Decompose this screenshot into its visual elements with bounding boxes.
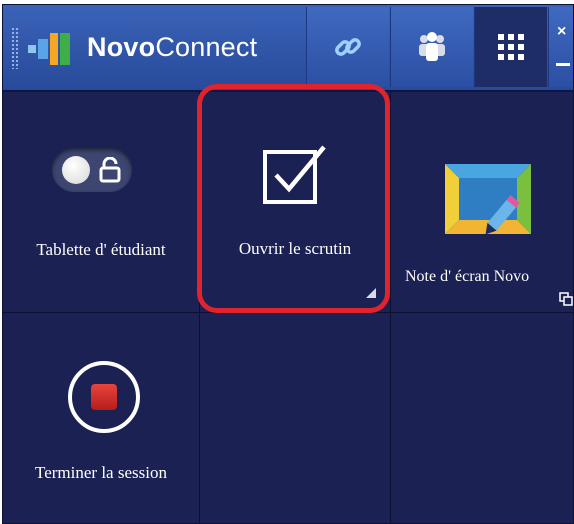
- grid-icon: [498, 34, 524, 60]
- corner-indicator-icon: [366, 288, 376, 298]
- link-button[interactable]: [306, 7, 389, 87]
- open-poll-tile[interactable]: Ouvrir le scrutin: [200, 92, 391, 313]
- checkbox-icon: [263, 145, 326, 204]
- app-title-bold: Novo: [87, 32, 156, 62]
- empty-tile: [200, 313, 391, 523]
- stop-square: [91, 384, 117, 410]
- title-bar: NovoConnect ×: [3, 5, 573, 92]
- student-tablet-tile[interactable]: Tablette d' étudiant: [3, 92, 200, 313]
- app-title-regular: Connect: [155, 32, 258, 62]
- student-tablet-label: Tablette d' étudiant: [36, 240, 166, 259]
- grid-menu-button[interactable]: [474, 7, 547, 87]
- copy-icon: [559, 292, 573, 306]
- link-icon: [335, 38, 361, 56]
- end-session-label: Terminer la session: [35, 463, 167, 482]
- drag-grip-icon[interactable]: [11, 27, 19, 69]
- app-title: NovoConnect: [87, 32, 257, 63]
- users-button[interactable]: [390, 7, 473, 87]
- stop-icon: [68, 361, 140, 433]
- close-icon[interactable]: ×: [557, 23, 566, 41]
- novoconnect-window: NovoConnect × Tablette d' étudiant Ouvri…: [2, 4, 574, 524]
- window-controls: ×: [548, 7, 573, 87]
- toggle-knob: [62, 156, 90, 184]
- novoconnect-logo-icon: [28, 33, 70, 65]
- empty-tile: [391, 313, 573, 523]
- screen-note-tile[interactable]: Note d' écran Novo: [391, 92, 573, 313]
- users-icon: [419, 32, 445, 61]
- end-session-tile[interactable]: Terminer la session: [3, 313, 200, 523]
- screen-note-icon: [445, 164, 531, 234]
- minimize-icon[interactable]: [556, 63, 570, 66]
- open-poll-label: Ouvrir le scrutin: [238, 239, 352, 258]
- toggle-lock-icon: [52, 148, 132, 192]
- lock-icon: [99, 157, 121, 183]
- screen-note-label: Note d' écran Novo: [405, 268, 530, 285]
